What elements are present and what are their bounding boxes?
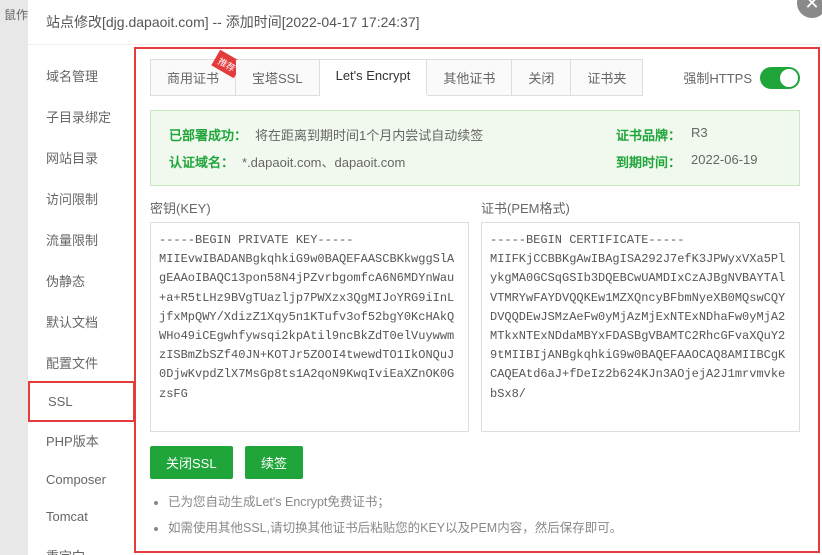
toggle-switch-icon[interactable] [760,67,800,89]
note-1: 如需使用其他SSL,请切换其他证书后粘贴您的KEY以及PEM内容，然后保存即可。 [168,517,800,536]
ssl-tabs: 商用证书宝塔SSLLet's Encrypt其他证书关闭证书夹 [150,59,643,96]
deploy-info: 已部署成功： 将在距离到期时间1个月内尝试自动续签 证书品牌： R3 认证域名：… [150,110,800,186]
renew-button[interactable]: 续签 [245,446,303,479]
sidebar-item-4[interactable]: 流量限制 [28,219,135,260]
expire-label: 到期时间： [616,152,681,171]
key-textarea[interactable] [150,222,469,432]
tab-3[interactable]: 其他证书 [427,60,512,95]
sidebar: 域名管理子目录绑定网站目录访问限制流量限制伪静态默认文档配置文件SSLPHP版本… [28,45,136,555]
sidebar-item-1[interactable]: 子目录绑定 [28,96,135,137]
notes-list: 已为您自动生成Let's Encrypt免费证书； 如需使用其他SSL,请切换其他… [150,491,800,536]
cert-brand-value: R3 [691,125,781,144]
sidebar-item-6[interactable]: 默认文档 [28,301,135,342]
deploy-status-label: 已部署成功： [169,125,247,144]
auth-domain-text: *.dapaoit.com、dapaoit.com [242,152,405,171]
tab-4[interactable]: 关闭 [512,60,571,95]
sidebar-item-2[interactable]: 网站目录 [28,137,135,178]
tab-2[interactable]: Let's Encrypt [320,60,428,96]
sidebar-item-10[interactable]: Composer [28,461,135,498]
tab-0[interactable]: 商用证书 [151,60,236,95]
sidebar-item-11[interactable]: Tomcat [28,498,135,535]
sidebar-item-9[interactable]: PHP版本 [28,420,135,461]
background-edge: 鼠作 [0,0,28,555]
site-modal: ✕ 站点修改[djg.dapaoit.com] -- 添加时间[2022-04-… [28,0,822,555]
tab-1[interactable]: 宝塔SSL [236,60,320,95]
force-https-label: 强制HTTPS [683,68,752,87]
note-0: 已为您自动生成Let's Encrypt免费证书； [168,491,800,510]
tab-5[interactable]: 证书夹 [571,60,642,95]
sidebar-item-5[interactable]: 伪静态 [28,260,135,301]
auth-domain-label: 认证域名： [169,152,234,171]
pem-textarea[interactable] [481,222,800,432]
sidebar-item-0[interactable]: 域名管理 [28,55,135,96]
sidebar-item-7[interactable]: 配置文件 [28,342,135,383]
force-https-toggle[interactable]: 强制HTTPS [683,67,800,89]
sidebar-item-3[interactable]: 访问限制 [28,178,135,219]
main-panel: 商用证书宝塔SSLLet's Encrypt其他证书关闭证书夹 强制HTTPS … [134,47,820,553]
deploy-status-text: 将在距离到期时间1个月内尝试自动续签 [255,125,483,144]
sidebar-item-8[interactable]: SSL [28,381,135,422]
close-ssl-button[interactable]: 关闭SSL [150,446,233,479]
key-label: 密钥(KEY) [150,198,469,217]
pem-label: 证书(PEM格式) [481,198,800,217]
modal-title: 站点修改[djg.dapaoit.com] -- 添加时间[2022-04-17… [28,0,822,45]
expire-value: 2022-06-19 [691,152,781,171]
cert-brand-label: 证书品牌： [616,125,681,144]
sidebar-item-12[interactable]: 重定向 [28,535,135,555]
